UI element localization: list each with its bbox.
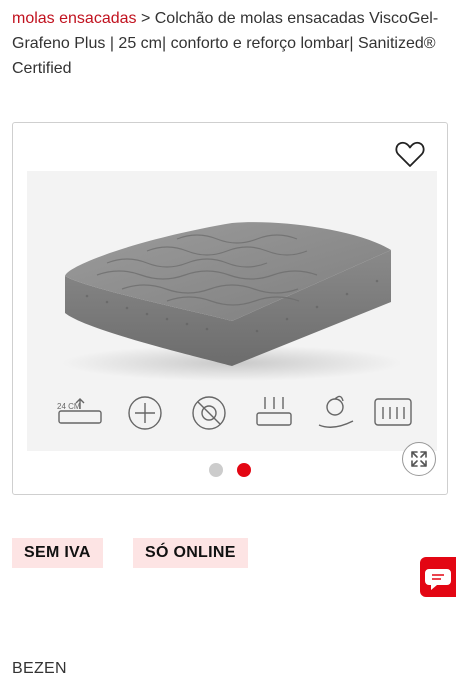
pocket-springs-icon <box>374 398 412 426</box>
gallery-pagination <box>13 463 447 477</box>
chat-bubble-icon <box>425 569 451 590</box>
product-image-gallery: 24 CM <box>12 122 448 495</box>
product-image[interactable]: 24 CM <box>27 171 437 451</box>
natural-hands-icon <box>318 395 354 428</box>
breadcrumb: molas ensacadas > Colchão de molas ensac… <box>12 6 444 81</box>
no-vat-badge: SEM IVA <box>12 538 103 568</box>
sanitized-icon <box>128 396 162 430</box>
breadcrumb-link-molas-ensacadas[interactable]: molas ensacadas <box>12 10 137 27</box>
expand-arrows-icon <box>411 451 427 467</box>
online-only-badge: SÓ ONLINE <box>133 538 248 568</box>
pagination-dot-1[interactable] <box>208 463 223 477</box>
mattress-image: 24 CM <box>57 222 412 430</box>
breadcrumb-separator: > <box>136 10 155 27</box>
brand-name: BEZEN <box>12 660 67 677</box>
no-bacteria-icon <box>192 396 226 430</box>
svg-text:24 CM: 24 CM <box>57 402 81 411</box>
chat-button[interactable] <box>420 557 456 597</box>
pagination-dot-2-active[interactable] <box>237 463 252 477</box>
breathable-icon <box>256 397 292 426</box>
wishlist-heart-icon[interactable] <box>395 140 425 168</box>
height-24cm-icon: 24 CM <box>57 398 102 424</box>
fullscreen-expand-button[interactable] <box>402 442 436 476</box>
